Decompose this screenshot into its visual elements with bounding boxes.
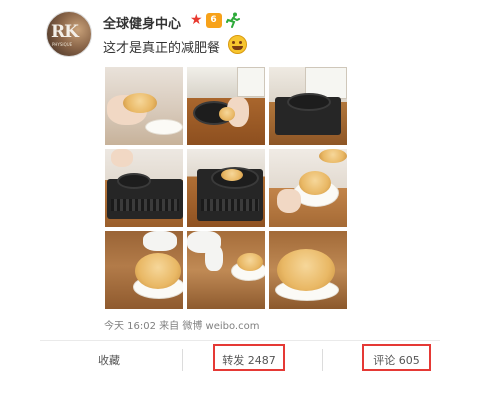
image-tile[interactable] — [269, 67, 347, 145]
divider — [182, 349, 183, 371]
stove-grill — [201, 199, 259, 211]
pancake — [237, 253, 263, 271]
weibo-post: RK PHYSIQUE 全球健身中心 ★ 6 这才是真正的减肥餐 今天 16:0… — [0, 0, 478, 400]
image-tile[interactable] — [105, 149, 183, 227]
image-tile[interactable] — [187, 231, 265, 309]
image-tile[interactable] — [269, 149, 347, 227]
collect-button[interactable]: 收藏 — [84, 352, 134, 368]
hand — [111, 149, 133, 167]
pancake — [221, 169, 243, 181]
glove — [143, 231, 177, 251]
image-tile[interactable] — [269, 231, 347, 309]
pancake — [299, 171, 331, 195]
image-tile[interactable] — [105, 67, 183, 145]
window — [237, 67, 265, 97]
star-icon[interactable]: ★ — [190, 12, 203, 28]
hand — [277, 189, 301, 213]
divider — [322, 349, 323, 371]
pancake-stack — [277, 249, 335, 291]
image-tile[interactable] — [187, 67, 265, 145]
username[interactable]: 全球健身中心 — [103, 13, 181, 32]
avatar-caption: PHYSIQUE — [52, 42, 73, 47]
post-text: 这才是真正的减肥餐 — [103, 41, 221, 56]
comment-button[interactable]: 评论 605 — [364, 352, 429, 368]
plate — [145, 119, 183, 135]
pancake — [319, 149, 347, 163]
pan — [117, 173, 151, 189]
divider — [40, 340, 440, 341]
laughing-emoji-icon — [228, 35, 247, 54]
avatar[interactable]: RK PHYSIQUE — [46, 11, 92, 57]
stove-grill — [111, 199, 179, 211]
avatar-initials: RK — [51, 22, 79, 42]
vip-badge-icon[interactable]: 6 — [205, 12, 222, 28]
pancake-stack — [135, 253, 181, 289]
pan — [287, 93, 331, 111]
image-tile[interactable] — [105, 231, 183, 309]
image-tile[interactable] — [187, 149, 265, 227]
bottle — [205, 245, 223, 271]
user-badges: ★ 6 — [190, 12, 241, 28]
repost-button[interactable]: 转发 2487 — [215, 352, 283, 368]
image-grid — [105, 67, 347, 309]
pancake — [219, 107, 235, 121]
pancake — [123, 93, 157, 113]
post-meta: 今天 16:02 来自 微博 weibo.com — [104, 321, 260, 332]
runner-icon[interactable] — [225, 12, 241, 28]
